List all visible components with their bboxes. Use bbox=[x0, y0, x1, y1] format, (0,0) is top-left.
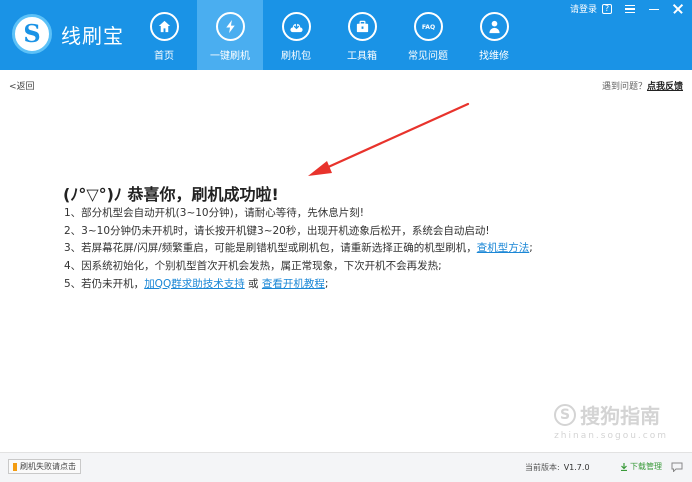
menu-icon[interactable] bbox=[624, 4, 636, 14]
nav-label: 工具箱 bbox=[347, 51, 377, 62]
check-model-method-link[interactable]: 查机型方法 bbox=[477, 242, 530, 254]
instruction-line: 3、若屏幕花屏/闪屏/频繁重启，可能是刷错机型或刷机包，请重新选择正确的机型刷机… bbox=[64, 240, 554, 258]
version-value: V1.7.0 bbox=[563, 463, 590, 472]
warning-marker-icon bbox=[13, 462, 17, 471]
lightning-icon bbox=[215, 12, 245, 41]
watermark-main: S 搜狗指南 bbox=[554, 400, 668, 429]
instruction-line: 4、因系统初始化，个别机型首次开机会发热，属正常现象，下次开机不会再发热; bbox=[64, 260, 442, 273]
nav-item-flash-package[interactable]: 刷机包 bbox=[263, 0, 329, 70]
app-name: 线刷宝 bbox=[61, 23, 124, 48]
success-title: (ﾉ°▽°)ﾉ 恭喜你，刷机成功啦! bbox=[63, 185, 279, 204]
window-controls: 请登录 ? bbox=[570, 2, 684, 15]
instruction-line: 1、部分机型会自动开机(3~10分钟)，请耐心等待，先休息片刻! bbox=[64, 207, 364, 219]
package-icon bbox=[281, 12, 311, 41]
nav-item-home[interactable]: 首页 bbox=[131, 0, 197, 70]
app-logo: S 线刷宝 bbox=[12, 14, 124, 54]
download-manager-button[interactable]: 下载管理 bbox=[621, 461, 662, 472]
login-link[interactable]: 请登录 bbox=[570, 2, 597, 15]
watermark-url: zhinan.sogou.com bbox=[554, 431, 668, 441]
home-icon bbox=[149, 12, 179, 41]
qq-group-support-link[interactable]: 加QQ群求助技术支持 bbox=[144, 278, 245, 290]
arrow-shaft bbox=[324, 102, 470, 170]
instruction-line: 2、3~10分钟仍未开机时，请长按开机键3~20秒，出现开机迹象后松开，系统会自… bbox=[64, 224, 490, 237]
nav-label: 首页 bbox=[154, 51, 174, 62]
sogou-watermark: S 搜狗指南 zhinan.sogou.com bbox=[554, 400, 668, 441]
instruction-text: 5、若仍未开机， bbox=[64, 277, 145, 290]
instructions-list: 1、部分机型会自动开机(3~10分钟)，请耐心等待，先休息片刻! 2、3~10分… bbox=[64, 205, 554, 294]
version-info: 当前版本: V1.7.0 bbox=[525, 462, 590, 473]
nav-label: 一键刷机 bbox=[210, 51, 250, 62]
boot-tutorial-link[interactable]: 查看开机教程 bbox=[262, 278, 325, 290]
instruction-line: 5、若仍未开机，加QQ群求助技术支持 或 查看开机教程; bbox=[64, 276, 554, 294]
download-manager-label: 下载管理 bbox=[630, 462, 662, 471]
download-icon bbox=[621, 462, 627, 471]
nav-label: 常见问题 bbox=[408, 51, 448, 62]
instruction-text: 3、若屏幕花屏/闪屏/频繁重启，可能是刷错机型或刷机包，请重新选择正确的机型刷机… bbox=[64, 242, 477, 255]
close-icon[interactable] bbox=[672, 4, 684, 14]
nav-item-one-click-flash[interactable]: 一键刷机 bbox=[197, 0, 263, 70]
status-bar: 刷机失败请点击 当前版本: V1.7.0 下载管理 bbox=[0, 452, 692, 482]
flash-failed-button[interactable]: 刷机失败请点击 bbox=[8, 459, 81, 474]
logo-glyph: S bbox=[23, 19, 41, 48]
nav-label: 找维修 bbox=[479, 51, 509, 62]
feedback-area: 遇到问题？点我反馈 bbox=[602, 79, 683, 92]
instruction-punct: ; bbox=[324, 277, 329, 290]
version-label: 当前版本: bbox=[525, 463, 560, 472]
repair-person-icon bbox=[479, 12, 509, 41]
nav-item-find-repair[interactable]: 找维修 bbox=[461, 0, 527, 70]
help-icon[interactable]: ? bbox=[602, 3, 612, 14]
minimize-icon[interactable] bbox=[648, 4, 660, 14]
nav-item-toolbox[interactable]: 工具箱 bbox=[329, 0, 395, 70]
problem-prefix: 遇到问题？ bbox=[601, 82, 647, 92]
toolbox-icon bbox=[347, 12, 377, 41]
chat-bubble-icon[interactable] bbox=[671, 462, 683, 472]
main-nav: 首页 一键刷机 刷机包 工具箱 FAQ 常见问题 找维修 bbox=[131, 0, 527, 70]
watermark-text: 搜狗指南 bbox=[580, 404, 661, 428]
sogou-logo-icon: S bbox=[554, 403, 577, 426]
logo-icon: S bbox=[12, 14, 52, 54]
app-header: S 线刷宝 首页 一键刷机 刷机包 工具箱 FAQ 常见问题 找维修 请登录 ? bbox=[0, 0, 692, 70]
back-link[interactable]: <返回 bbox=[9, 79, 35, 92]
instruction-punct: ; bbox=[529, 242, 533, 255]
faq-icon-text: FAQ bbox=[421, 24, 434, 31]
nav-item-faq[interactable]: FAQ 常见问题 bbox=[395, 0, 461, 70]
faq-icon: FAQ bbox=[413, 12, 443, 41]
arrow-head bbox=[308, 161, 332, 176]
feedback-link[interactable]: 点我反馈 bbox=[647, 82, 683, 92]
flash-failed-label: 刷机失败请点击 bbox=[20, 462, 76, 471]
nav-label: 刷机包 bbox=[281, 51, 311, 62]
instruction-or: 或 bbox=[244, 277, 262, 290]
